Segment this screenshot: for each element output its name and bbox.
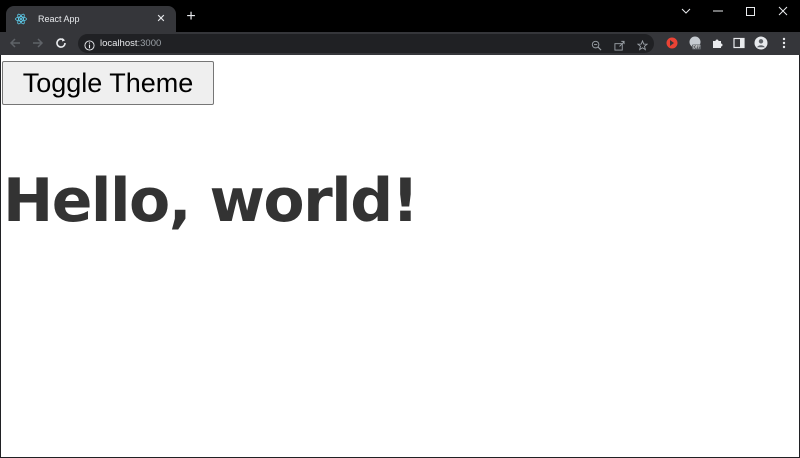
url-text: localhost:3000 — [100, 34, 161, 53]
toggle-theme-button[interactable]: Toggle Theme — [2, 61, 214, 105]
close-tab-icon[interactable]: ✕ — [154, 12, 168, 26]
info-icon[interactable] — [84, 38, 95, 56]
browser-toolbar: localhost:3000 OFF — [0, 32, 800, 55]
zoom-icon[interactable] — [591, 38, 602, 56]
side-panel-icon[interactable] — [732, 36, 746, 50]
tab-react-app[interactable]: React App ✕ — [6, 6, 176, 32]
minimize-icon[interactable] — [706, 4, 730, 18]
profile-icon[interactable] — [754, 36, 768, 50]
page-viewport: Toggle Theme Hello, world! — [0, 55, 800, 458]
tab-title: React App — [38, 14, 80, 24]
puzzle-icon[interactable] — [710, 36, 724, 50]
page-heading: Hello, world! — [3, 166, 419, 236]
back-icon[interactable] — [8, 36, 22, 50]
tab-search-icon[interactable] — [674, 4, 698, 18]
url-port: :3000 — [137, 38, 162, 49]
extension-icon[interactable] — [665, 36, 679, 50]
close-window-icon[interactable] — [771, 4, 795, 18]
forward-icon[interactable] — [31, 36, 45, 50]
address-bar[interactable]: localhost:3000 — [78, 34, 654, 53]
url-host: localhost — [100, 38, 138, 49]
reload-icon[interactable] — [54, 36, 68, 50]
new-tab-button[interactable]: + — [183, 9, 199, 25]
maximize-icon[interactable] — [738, 4, 762, 18]
menu-icon[interactable] — [777, 36, 791, 50]
react-logo-icon — [14, 12, 28, 26]
svg-text:OFF: OFF — [693, 45, 701, 50]
extension-badge-icon[interactable]: OFF — [688, 36, 702, 50]
share-icon[interactable] — [614, 38, 625, 56]
tab-strip: React App ✕ + — [0, 0, 800, 32]
star-icon[interactable] — [636, 38, 649, 56]
